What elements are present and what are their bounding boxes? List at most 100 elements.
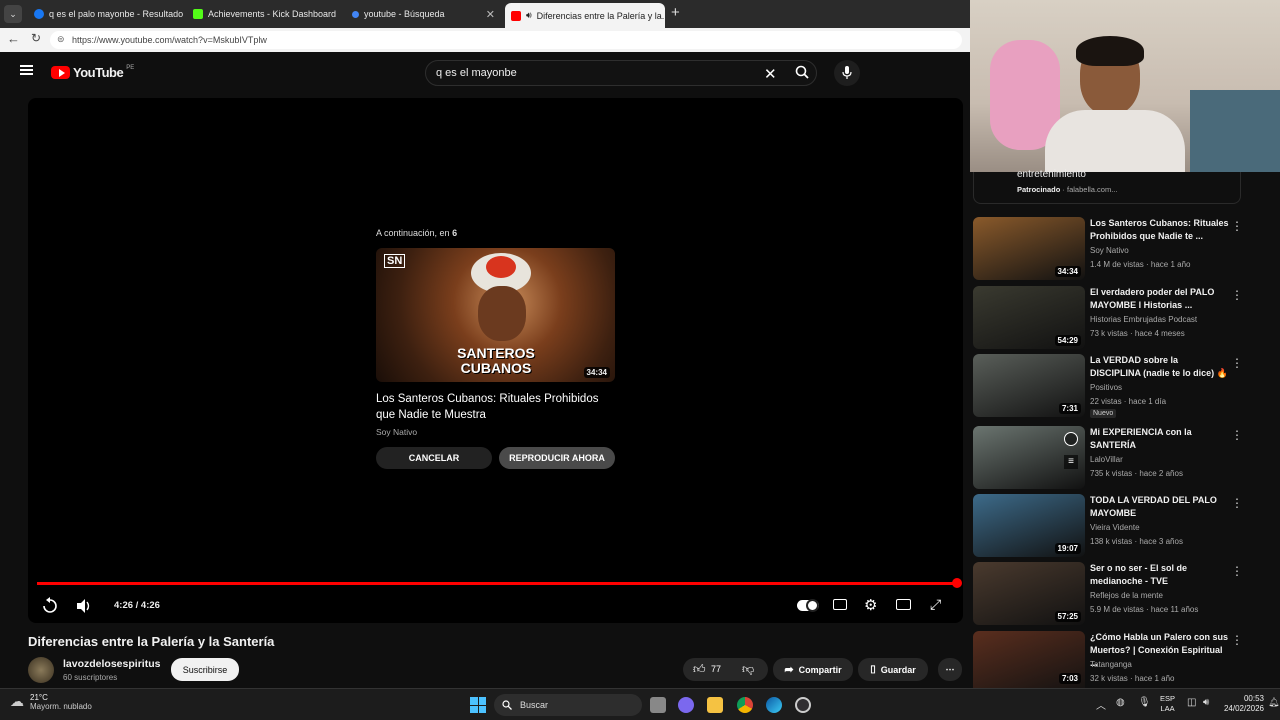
next-video-thumbnail[interactable]: SN SANTEROS CUBANOS 34:34: [376, 248, 615, 382]
file-explorer-icon[interactable]: [707, 697, 723, 713]
recommendation-item[interactable]: 34:34 Los Santeros Cubanos: Rituales Proh…: [973, 217, 1263, 281]
more-options-icon[interactable]: ⋮: [1231, 219, 1243, 233]
microphone-icon: [842, 66, 852, 79]
network-icon[interactable]: ◍: [1116, 697, 1125, 708]
channel-name[interactable]: Historias Embrujadas Podcast: [1090, 315, 1197, 324]
weather-desc: Mayorm. nublado: [30, 702, 92, 711]
theater-mode-icon[interactable]: [896, 599, 911, 610]
tab-facebook[interactable]: q es el palo mayonbe - Resultado... ✕: [28, 3, 183, 25]
channel-name[interactable]: Soy Nativo: [1090, 246, 1129, 255]
recommendation-item[interactable]: 19:07 TODA LA VERDAD DEL PALO MAYOMBE Viei…: [973, 494, 1263, 558]
watch-later-icon[interactable]: [1064, 432, 1078, 446]
add-to-queue-icon[interactable]: ≡: [1064, 455, 1078, 469]
sponsored-card[interactable]: entretenimiento Patrocinado · falabella.…: [973, 169, 1241, 204]
channel-name[interactable]: lavozdelosespiritus: [63, 658, 160, 670]
dislike-button[interactable]: 👎︎: [742, 662, 754, 677]
url-field[interactable]: ⊜ https://www.youtube.com/watch?v=MskubI…: [50, 31, 962, 49]
video-title[interactable]: Ser o no ser - El sol de medianoche - TV…: [1090, 562, 1230, 588]
view-meta: 32 k vistas · hace 1 año: [1090, 674, 1175, 683]
more-options-icon[interactable]: ⋮: [1231, 288, 1243, 302]
like-button[interactable]: 👍︎: [693, 662, 706, 677]
play-now-button[interactable]: REPRODUCIR AHORA: [499, 447, 615, 469]
recommendation-item[interactable]: 7:03 ¿Cómo Habla un Palero con sus Muerto…: [973, 631, 1263, 688]
fullscreen-icon[interactable]: ⤢: [930, 596, 941, 613]
tab-youtube-active[interactable]: 🔊︎ Diferencias entre la Palería y la... …: [505, 3, 665, 28]
subtitles-icon[interactable]: [833, 599, 847, 610]
autoplay-toggle[interactable]: [797, 599, 819, 612]
back-arrow-icon[interactable]: ←: [7, 31, 20, 46]
progress-bar[interactable]: [37, 578, 962, 588]
more-options-icon[interactable]: ⋮: [1231, 496, 1243, 510]
task-view-icon[interactable]: [650, 697, 666, 713]
speaker-icon[interactable]: 🔊︎: [526, 10, 532, 21]
recommendation-item[interactable]: 57:25 Ser o no ser - El sol de medianoche…: [973, 562, 1263, 626]
video-title[interactable]: Mi EXPERIENCIA con la SANTERÍA: [1090, 426, 1230, 452]
search-input[interactable]: q es el mayonbe: [425, 60, 817, 86]
notification-bell-icon[interactable]: 🔔︎: [1268, 697, 1279, 708]
close-tab-icon[interactable]: ✕: [486, 8, 495, 21]
chrome-icon[interactable]: [737, 697, 753, 713]
channel-avatar[interactable]: [28, 657, 54, 683]
search-button[interactable]: [795, 65, 809, 79]
save-button[interactable]: ▯ Guardar: [858, 658, 928, 681]
edge-icon[interactable]: [766, 697, 782, 713]
view-meta: 735 k vistas · hace 2 años: [1090, 469, 1183, 478]
start-button[interactable]: [470, 697, 486, 713]
more-options-icon[interactable]: ⋮: [1231, 564, 1243, 578]
video-title[interactable]: La VERDAD sobre la DISCIPLINA (nadie te …: [1090, 354, 1230, 380]
more-actions-button[interactable]: ⋯: [938, 658, 962, 681]
more-options-icon[interactable]: ⋮: [1231, 428, 1243, 442]
next-video-title[interactable]: Los Santeros Cubanos: Rituales Prohibido…: [376, 391, 616, 423]
wifi-icon[interactable]: ◫: [1187, 697, 1196, 708]
channel-name[interactable]: Vieira Vidente: [1090, 523, 1140, 532]
microphone-icon[interactable]: 🎙︎: [1138, 697, 1151, 708]
channel-name[interactable]: Tatanganga: [1090, 660, 1132, 669]
video-title[interactable]: El verdadero poder del PALO MAYOMBE l Hi…: [1090, 286, 1230, 312]
video-title[interactable]: Los Santeros Cubanos: Rituales Prohibido…: [1090, 217, 1230, 243]
recommendation-item[interactable]: Mi EXPERIENCIA con la SANTERÍA LaloVillar…: [973, 426, 1263, 490]
close-tab-icon[interactable]: ✕: [341, 8, 342, 21]
tab-kick[interactable]: Achievements - Kick Dashboard ✕: [187, 3, 342, 25]
site-info-icon[interactable]: ⊜: [57, 34, 65, 45]
video-title[interactable]: TODA LA VERDAD DEL PALO MAYOMBE: [1090, 494, 1230, 520]
youtube-logo[interactable]: YouTube PE: [51, 65, 134, 80]
refresh-icon[interactable]: ↻: [31, 31, 41, 45]
chevron-up-icon[interactable]: ︿: [1096, 697, 1106, 712]
tab-bing-search[interactable]: youtube - Búsqueda ✕: [346, 3, 501, 25]
channel-name[interactable]: Positivos: [1090, 383, 1122, 392]
subscribe-button[interactable]: Suscribirse: [171, 658, 239, 681]
channel-name[interactable]: LaloVillar: [1090, 455, 1123, 464]
scrubber-handle[interactable]: [952, 578, 962, 588]
weather-widget[interactable]: ☁ 21°C Mayorm. nublado: [10, 693, 92, 711]
youtube-header: YouTube PE q es el mayonbe ✕: [0, 52, 970, 96]
duration-badge: 19:07: [1054, 543, 1081, 554]
ad-domain: falabella.com...: [1067, 185, 1118, 194]
hamburger-menu-icon[interactable]: [20, 65, 33, 75]
clock[interactable]: 00:53 24/02/2026: [1220, 694, 1264, 714]
taskbar-search[interactable]: Buscar: [494, 694, 642, 716]
clear-search-icon[interactable]: ✕: [764, 65, 777, 83]
volume-button[interactable]: [76, 598, 92, 614]
windows-taskbar: ☁ 21°C Mayorm. nublado Buscar ︿ ◍ 🎙︎ ESP…: [0, 688, 1280, 720]
recommendation-item[interactable]: 7:31 La VERDAD sobre la DISCIPLINA (nadie…: [973, 354, 1263, 418]
channel-name[interactable]: Reflejos de la mente: [1090, 591, 1163, 600]
new-tab-button[interactable]: +: [671, 4, 680, 21]
speaker-icon[interactable]: 🔊︎: [1203, 697, 1209, 708]
ad-sponsored-label: Patrocinado: [1017, 185, 1061, 194]
settings-gear-icon[interactable]: ⚙: [864, 596, 877, 614]
more-options-icon[interactable]: ⋮: [1231, 356, 1243, 370]
copilot-icon[interactable]: [678, 697, 694, 713]
recommendation-item[interactable]: 54:29 El verdadero poder del PALO MAYOMBE…: [973, 286, 1263, 350]
save-label: Guardar: [880, 664, 916, 675]
tab-menu-button[interactable]: ⌄: [4, 5, 22, 23]
language-indicator[interactable]: ESP LAA: [1160, 694, 1175, 714]
obs-icon[interactable]: [795, 697, 811, 713]
video-player[interactable]: A continuación, en 6 SN SANTEROS CUBANOS…: [28, 98, 963, 623]
share-button[interactable]: ➦ Compartir: [773, 658, 853, 681]
clock-date: 24/02/2026: [1223, 704, 1264, 713]
region-code: PE: [126, 64, 135, 71]
replay-button[interactable]: [41, 597, 59, 615]
cancel-autoplay-button[interactable]: CANCELAR: [376, 447, 492, 469]
more-options-icon[interactable]: ⋮: [1231, 633, 1243, 647]
voice-search-button[interactable]: [834, 60, 860, 86]
